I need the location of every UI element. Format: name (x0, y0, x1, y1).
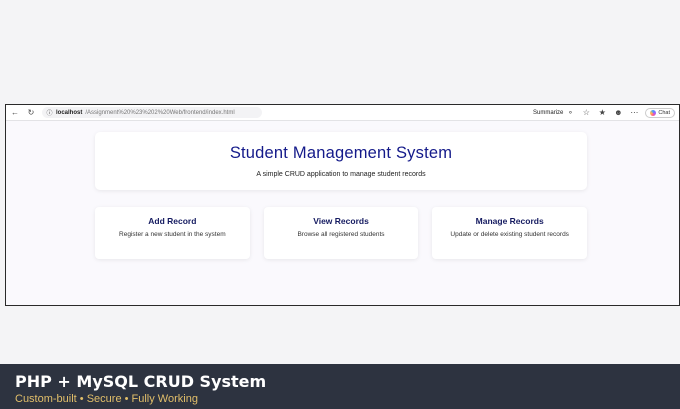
summarize-icon: ⚬ (567, 109, 574, 117)
star-icon[interactable]: ☆ (581, 108, 591, 118)
browser-toolbar: ← ↻ ⓘ localhost/Assignment%20%23%202%20W… (6, 105, 679, 121)
view-records-card[interactable]: View Records Browse all registered stude… (263, 207, 419, 259)
favorites-icon[interactable]: ★ (597, 108, 607, 118)
card-description: Register a new student in the system (119, 231, 226, 238)
card-description: Browse all registered students (297, 231, 385, 238)
chat-button[interactable]: Chat (645, 107, 675, 118)
browser-window: ← ↻ ⓘ localhost/Assignment%20%23%202%20W… (5, 104, 680, 306)
address-host: localhost (56, 109, 83, 116)
promo-banner: PHP + MySQL CRUD System Custom-built • S… (0, 364, 680, 409)
address-bar[interactable]: ⓘ localhost/Assignment%20%23%202%20Web/f… (42, 107, 262, 118)
back-icon[interactable]: ← (10, 108, 20, 118)
chat-label: Chat (658, 109, 670, 116)
page-title: Student Management System (229, 144, 453, 162)
profile-icon[interactable]: ☻ (613, 108, 623, 118)
add-record-card[interactable]: Add Record Register a new student in the… (95, 207, 250, 259)
banner-subtitle: Custom-built • Secure • Fully Working (15, 393, 198, 405)
info-icon[interactable]: ⓘ (46, 109, 53, 117)
refresh-icon[interactable]: ↻ (26, 108, 36, 118)
card-title: Add Record (148, 216, 197, 226)
copilot-icon (650, 109, 657, 116)
card-title: View Records (313, 216, 369, 226)
card-description: Update or delete existing student record… (450, 231, 569, 238)
banner-title: PHP + MySQL CRUD System (15, 372, 267, 391)
action-cards: Add Record Register a new student in the… (95, 207, 588, 259)
manage-records-card[interactable]: Manage Records Update or delete existing… (432, 207, 588, 259)
header-card: Student Management System A simple CRUD … (95, 132, 587, 190)
page-subtitle: A simple CRUD application to manage stud… (256, 171, 426, 178)
page-content: Student Management System A simple CRUD … (6, 121, 679, 305)
summarize-label: Summarize (533, 109, 564, 116)
card-title: Manage Records (475, 216, 544, 226)
address-path: /Assignment%20%23%202%20Web/frontend/ind… (85, 109, 235, 116)
summarize-button[interactable]: Summarize ⚬ (533, 108, 575, 118)
more-icon[interactable]: ⋯ (629, 108, 639, 118)
